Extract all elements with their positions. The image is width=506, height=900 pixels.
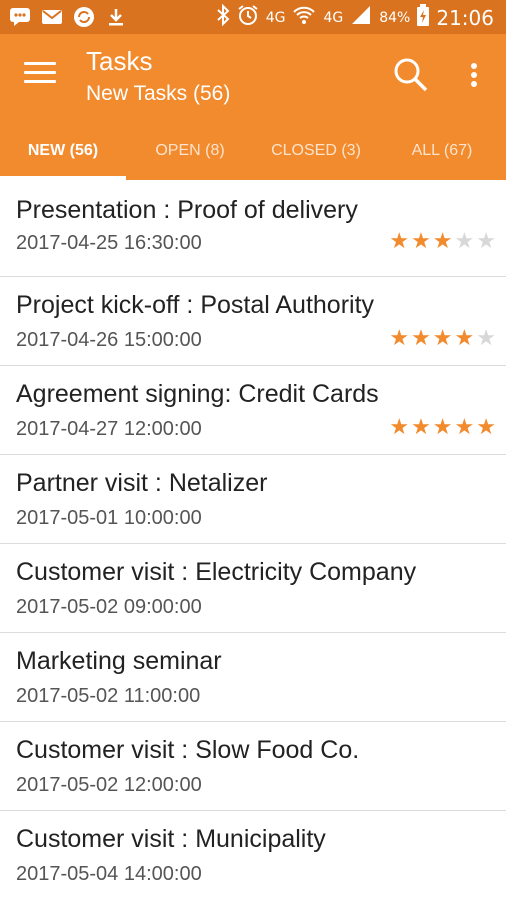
more-options-icon[interactable] bbox=[466, 60, 482, 94]
task-title: Partner visit : Netalizer bbox=[16, 469, 268, 497]
bluetooth-icon bbox=[216, 3, 230, 31]
page-subtitle: New Tasks (56) bbox=[86, 82, 231, 105]
alarm-icon bbox=[237, 4, 259, 31]
network-label-1: 4G bbox=[265, 9, 286, 26]
task-list: Presentation : Proof of delivery 2017-04-… bbox=[0, 180, 506, 899]
sync-icon bbox=[72, 5, 96, 29]
task-title: Presentation : Proof of delivery bbox=[16, 196, 358, 224]
task-date: 2017-05-04 14:00:00 bbox=[16, 863, 202, 885]
star-icon: ★ bbox=[454, 228, 475, 253]
clock: 21:06 bbox=[436, 5, 494, 30]
list-item[interactable]: Marketing seminar 2017-05-02 11:00:00 bbox=[0, 632, 506, 721]
tab-closed[interactable]: CLOSED (3) bbox=[254, 122, 378, 180]
tab-new[interactable]: NEW (56) bbox=[0, 122, 126, 180]
tab-open[interactable]: OPEN (8) bbox=[126, 122, 254, 180]
task-title: Customer visit : Slow Food Co. bbox=[16, 736, 360, 764]
mail-icon bbox=[40, 5, 64, 29]
star-icon: ★ bbox=[389, 325, 410, 350]
notification-icons bbox=[8, 5, 128, 29]
list-item[interactable]: Agreement signing: Credit Cards 2017-04-2… bbox=[0, 365, 506, 454]
signal-icon bbox=[350, 5, 372, 30]
task-title: Agreement signing: Credit Cards bbox=[16, 380, 379, 408]
star-icon: ★ bbox=[432, 228, 453, 253]
list-item[interactable]: Presentation : Proof of delivery 2017-04-… bbox=[0, 180, 506, 276]
star-icon: ★ bbox=[389, 228, 410, 253]
task-date: 2017-04-27 12:00:00 bbox=[16, 418, 202, 440]
rating-stars: ★ ★ ★ ★ ★ bbox=[389, 416, 496, 438]
rating-stars: ★ ★ ★ ★ ★ bbox=[389, 230, 496, 252]
page-title: Tasks bbox=[86, 46, 153, 76]
task-title: Marketing seminar bbox=[16, 647, 222, 675]
list-item[interactable]: Project kick-off : Postal Authority 2017-… bbox=[0, 276, 506, 365]
star-icon: ★ bbox=[476, 228, 496, 253]
task-date: 2017-05-01 10:00:00 bbox=[16, 507, 202, 529]
star-icon: ★ bbox=[389, 414, 410, 439]
rating-stars: ★ ★ ★ ★ ★ bbox=[389, 327, 496, 349]
list-item[interactable]: Partner visit : Netalizer 2017-05-01 10:0… bbox=[0, 454, 506, 543]
star-icon: ★ bbox=[432, 325, 453, 350]
list-item[interactable]: Customer visit : Electricity Company 2017… bbox=[0, 543, 506, 632]
star-icon: ★ bbox=[454, 325, 475, 350]
task-date: 2017-04-26 15:00:00 bbox=[16, 329, 202, 351]
system-icons: 4G 4G 84% 21:06 bbox=[216, 3, 494, 31]
task-title: Customer visit : Municipality bbox=[16, 825, 326, 853]
app-bar: Tasks New Tasks (56) bbox=[0, 34, 506, 122]
battery-icon bbox=[417, 4, 430, 31]
network-label-2: 4G bbox=[323, 9, 344, 26]
task-date: 2017-05-02 11:00:00 bbox=[16, 685, 201, 707]
list-item[interactable]: Customer visit : Municipality 2017-05-04 … bbox=[0, 810, 506, 899]
status-bar: 4G 4G 84% 21:06 bbox=[0, 0, 506, 34]
task-title: Customer visit : Electricity Company bbox=[16, 558, 417, 586]
wifi-icon bbox=[292, 5, 316, 30]
task-date: 2017-04-25 16:30:00 bbox=[16, 232, 202, 254]
task-date: 2017-05-02 12:00:00 bbox=[16, 774, 202, 796]
tab-all[interactable]: ALL (67) bbox=[378, 122, 506, 180]
star-icon: ★ bbox=[411, 325, 431, 350]
star-icon: ★ bbox=[454, 414, 475, 439]
search-icon[interactable] bbox=[392, 56, 430, 94]
task-date: 2017-05-02 09:00:00 bbox=[16, 596, 202, 618]
star-icon: ★ bbox=[476, 414, 496, 439]
menu-icon[interactable] bbox=[24, 62, 56, 86]
star-icon: ★ bbox=[432, 414, 453, 439]
list-item[interactable]: Customer visit : Slow Food Co. 2017-05-02… bbox=[0, 721, 506, 810]
star-icon: ★ bbox=[411, 228, 431, 253]
chat-icon bbox=[8, 5, 32, 29]
star-icon: ★ bbox=[411, 414, 431, 439]
task-title: Project kick-off : Postal Authority bbox=[16, 291, 375, 319]
battery-percent: 84% bbox=[379, 9, 411, 26]
tab-bar: NEW (56) OPEN (8) CLOSED (3) ALL (67) bbox=[0, 122, 506, 180]
download-icon bbox=[104, 5, 128, 29]
star-icon: ★ bbox=[476, 325, 496, 350]
